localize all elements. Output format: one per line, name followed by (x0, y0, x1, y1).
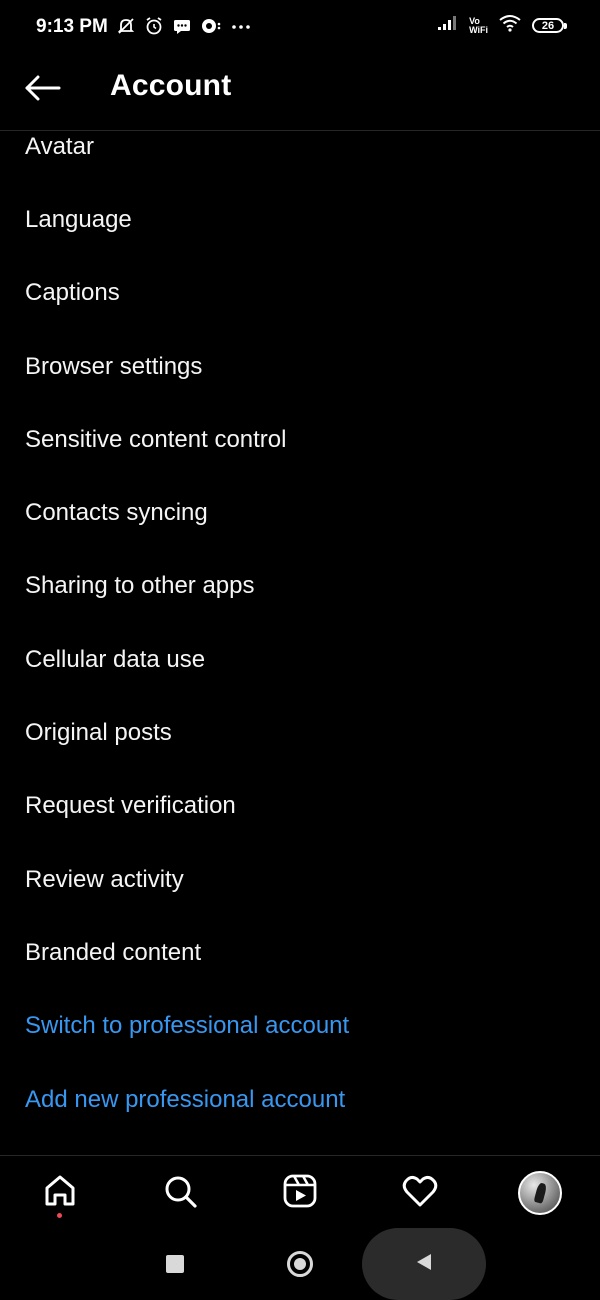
account-menu-list: Avatar Language Captions Browser setting… (0, 110, 600, 1136)
menu-item-label: Sharing to other apps (25, 572, 255, 600)
square-icon (166, 1255, 184, 1273)
arrow-left-icon (24, 75, 62, 106)
system-back-button[interactable] (362, 1228, 486, 1300)
alarm-icon (144, 16, 164, 36)
vowifi-wifi-text: WiFi (469, 24, 488, 35)
bottom-nav-bar (0, 1155, 600, 1226)
nav-reels-button[interactable] (270, 1168, 330, 1218)
menu-item-request-verification[interactable]: Request verification (0, 770, 600, 843)
recent-apps-button[interactable] (130, 1228, 220, 1300)
wifi-icon (498, 14, 522, 37)
menu-item-label: Original posts (25, 719, 172, 747)
home-icon (42, 1173, 78, 1214)
more-dots-icon (230, 16, 252, 36)
nav-activity-button[interactable] (390, 1168, 450, 1218)
menu-item-language[interactable]: Language (0, 183, 600, 256)
nav-profile-button[interactable] (510, 1168, 570, 1218)
menu-item-label: Add new professional account (25, 1085, 346, 1113)
menu-item-review-activity[interactable]: Review activity (0, 843, 600, 916)
triangle-left-icon (413, 1251, 435, 1278)
menu-item-label: Browser settings (25, 352, 203, 380)
menu-item-contacts-syncing[interactable]: Contacts syncing (0, 476, 600, 549)
menu-item-sensitive-content-control[interactable]: Sensitive content control (0, 403, 600, 476)
battery-level: 26 (541, 19, 555, 32)
back-button[interactable] (22, 70, 64, 110)
account-settings-screen: 9:13 PM Vo WiFi 26 Account Avatar Langua… (0, 0, 600, 1300)
menu-item-label: Avatar (25, 132, 94, 160)
menu-item-label: Request verification (25, 792, 236, 820)
menu-item-sharing-to-other-apps[interactable]: Sharing to other apps (0, 550, 600, 623)
menu-item-captions[interactable]: Captions (0, 257, 600, 330)
menu-item-label: Language (25, 205, 132, 233)
nav-home-button[interactable] (30, 1168, 90, 1218)
system-nav-bar (0, 1228, 600, 1300)
menu-item-label: Switch to professional account (25, 1012, 350, 1040)
chat-bubble-icon (200, 16, 222, 36)
menu-item-cellular-data-use[interactable]: Cellular data use (0, 623, 600, 696)
nav-search-button[interactable] (150, 1168, 210, 1218)
menu-item-browser-settings[interactable]: Browser settings (0, 330, 600, 403)
menu-item-label: Branded content (25, 938, 202, 966)
status-left-icons (116, 16, 252, 36)
notification-dot (57, 1213, 62, 1218)
page-title: Account (110, 69, 232, 102)
signal-icon (437, 15, 459, 36)
heart-icon (401, 1173, 439, 1214)
muted-bell-icon (116, 16, 136, 36)
message-icon (172, 16, 192, 36)
menu-item-label: Captions (25, 279, 120, 307)
status-right-icons: Vo WiFi 26 (437, 14, 567, 37)
vowifi-icon: Vo WiFi (469, 16, 488, 35)
add-professional-account-link[interactable]: Add new professional account (0, 1063, 600, 1136)
menu-item-label: Contacts syncing (25, 499, 208, 527)
status-time: 9:13 PM (36, 16, 108, 37)
menu-item-original-posts[interactable]: Original posts (0, 696, 600, 769)
menu-item-branded-content[interactable]: Branded content (0, 916, 600, 989)
reels-icon (282, 1173, 318, 1214)
menu-item-label: Cellular data use (25, 645, 206, 673)
switch-to-professional-link[interactable]: Switch to professional account (0, 990, 600, 1063)
menu-item-avatar[interactable]: Avatar (0, 110, 600, 183)
circle-icon (287, 1251, 313, 1277)
menu-item-label: Sensitive content control (25, 425, 287, 453)
menu-item-label: Review activity (25, 865, 184, 893)
status-bar: 9:13 PM Vo WiFi 26 (0, 0, 600, 56)
search-icon (162, 1173, 198, 1214)
system-home-button[interactable] (255, 1228, 345, 1300)
profile-avatar (518, 1171, 562, 1215)
battery-icon: 26 (532, 18, 567, 33)
